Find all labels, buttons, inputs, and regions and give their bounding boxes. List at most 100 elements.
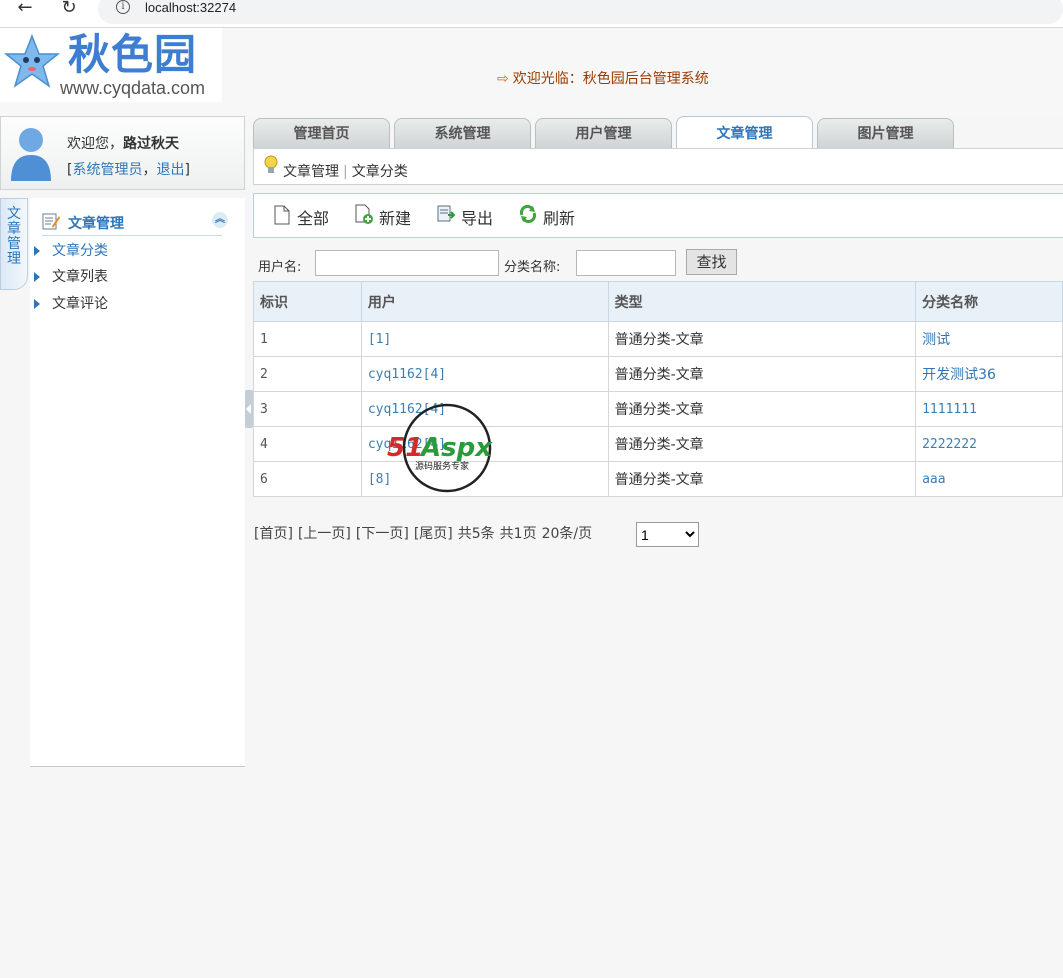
address-bar[interactable] [98,0,1063,24]
cell-type: 普通分类-文章 [607,461,917,497]
side-tab-label: 文章管理 [7,206,21,267]
welcome-text: 欢迎光临：秋色园后台管理系统 [512,71,709,87]
role-link[interactable]: 系统管理员 [72,162,142,178]
table-row[interactable]: 2 cyq1162[4] 普通分类-文章 开发测试36 [253,356,1063,392]
category-name-input[interactable] [576,250,676,276]
user-links: [系统管理员，退出] [67,162,190,178]
breadcrumb-separator: | [343,164,348,180]
category-name-label: 分类名称: [504,260,561,275]
cell-id: 1 [253,321,362,357]
username-label: 用户名: [258,260,302,275]
breadcrumb-trail: 文章管理 | 文章分类 [283,161,408,181]
cell-id: 4 [253,426,362,462]
page-header: 秋色园 www.cyqdata.com ⇨ 欢迎光临：秋色园后台管理系统 [0,28,1063,115]
refresh-button[interactable]: 刷新 [518,203,588,229]
first-page-link[interactable]: [首页] [254,526,293,542]
cell-user[interactable]: [1] [360,321,609,357]
arrow-right-icon: ⇨ [497,71,509,87]
user-avatar-icon [11,128,51,181]
url-text[interactable]: localhost:32274 [145,0,236,15]
sidebar-item-label: 文章评论 [52,296,108,312]
category-table: 标识 用户 类型 分类名称 1 [1] 普通分类-文章 测试 2 cyq1162… [253,281,1063,497]
side-module-tab[interactable]: 文章管理 [0,198,28,290]
cell-type: 普通分类-文章 [607,426,917,462]
next-page-link[interactable]: [下一页] [356,526,409,542]
watermark-brand: 51 [387,433,423,463]
reload-icon[interactable]: ↻ [57,0,81,18]
cell-type: 普通分类-文章 [607,391,917,427]
total-pages: 共1页 [499,526,537,542]
blank-page-icon [274,205,290,225]
action-toolbar: 全部 新建 导出 刷新 [253,193,1063,238]
sidebar-header: 文章管理 ︽ [42,212,228,236]
tab-home[interactable]: 管理首页 [253,118,390,148]
tab-system[interactable]: 系统管理 [394,118,531,148]
cell-category-name[interactable]: 1111111 [915,391,1063,427]
column-header-category-name[interactable]: 分类名称 [915,281,1063,322]
watermark-brand-rest: Aspx [419,433,493,463]
search-button[interactable]: 查找 [686,249,737,275]
site-logo[interactable]: 秋色园 www.cyqdata.com [0,28,222,102]
triangle-right-icon [34,272,40,282]
watermark-logo: 51 Aspx 源码服务专家 [387,403,493,493]
show-all-button[interactable]: 全部 [272,203,342,229]
tab-users[interactable]: 用户管理 [535,118,672,148]
sidebar-item-label: 文章列表 [52,269,108,285]
cell-type: 普通分类-文章 [607,321,917,357]
table-row[interactable]: 6 [8] 普通分类-文章 aaa [253,461,1063,497]
column-header-id[interactable]: 标识 [253,281,362,322]
sidebar-item-list[interactable]: 文章列表 [34,266,108,286]
table-row[interactable]: 4 cyq1162[4] 普通分类-文章 2222222 [253,426,1063,462]
logout-link[interactable]: 退出 [156,162,184,178]
cell-id: 3 [253,391,362,427]
sidebar: 文章管理 ︽ 文章分类 文章列表 文章评论 [30,198,245,767]
cell-category-name[interactable]: 测试 [915,321,1063,357]
page-size: 20条/页 [541,526,593,542]
column-header-user[interactable]: 用户 [360,281,609,322]
triangle-right-icon [34,246,40,256]
new-button[interactable]: 新建 [354,203,424,229]
sidebar-toggle-handle[interactable] [245,390,253,428]
table-row[interactable]: 1 [1] 普通分类-文章 测试 [253,321,1063,357]
last-page-link[interactable]: [尾页] [414,526,453,542]
breadcrumb: 文章管理 | 文章分类 [253,148,1063,185]
cell-category-name[interactable]: aaa [915,461,1063,497]
user-greeting: 欢迎您，路过秋天 [67,133,179,153]
tab-images[interactable]: 图片管理 [817,118,954,148]
sidebar-item-label: 文章分类 [52,243,108,259]
total-records: 共5条 [457,526,495,542]
lightbulb-icon [264,155,278,173]
table-row[interactable]: 3 cyq1162[4] 普通分类-文章 1111111 [253,391,1063,427]
column-header-type[interactable]: 类型 [607,281,917,322]
back-arrow-icon[interactable]: ← [13,0,37,18]
greeting-text: 欢迎您， [67,136,123,152]
pagination: [首页] [上一页] [下一页] [尾页] 共5条 共1页 20条/页 1 [254,522,699,547]
triangle-right-icon [34,299,40,309]
show-all-label: 全部 [297,209,330,228]
logo-text: 秋色园 [68,30,198,79]
new-page-icon [355,204,373,224]
welcome-banner: ⇨ 欢迎光临：秋色园后台管理系统 [497,68,709,88]
document-edit-icon [42,213,60,230]
collapse-icon[interactable]: ︽ [212,212,228,228]
export-label: 导出 [461,209,494,228]
refresh-label: 刷新 [543,209,576,228]
cell-category-name[interactable]: 开发测试36 [915,356,1063,392]
export-button[interactable]: 导出 [436,203,506,229]
new-label: 新建 [379,209,412,228]
cell-user[interactable]: cyq1162[4] [360,356,609,392]
page-select[interactable]: 1 [636,522,699,547]
cell-id: 6 [253,461,362,497]
sidebar-item-category[interactable]: 文章分类 [34,240,108,260]
tab-articles[interactable]: 文章管理 [676,116,813,148]
export-icon [437,205,456,222]
sidebar-item-comments[interactable]: 文章评论 [34,293,108,313]
info-icon[interactable]: i [116,0,130,14]
breadcrumb-item[interactable]: 文章分类 [352,164,408,180]
prev-page-link[interactable]: [上一页] [298,526,351,542]
cell-id: 2 [253,356,362,392]
username-input[interactable] [315,250,499,276]
main-tabs: 管理首页 系统管理 用户管理 文章管理 图片管理 [253,116,1063,148]
breadcrumb-item[interactable]: 文章管理 [283,164,339,180]
cell-category-name[interactable]: 2222222 [915,426,1063,462]
